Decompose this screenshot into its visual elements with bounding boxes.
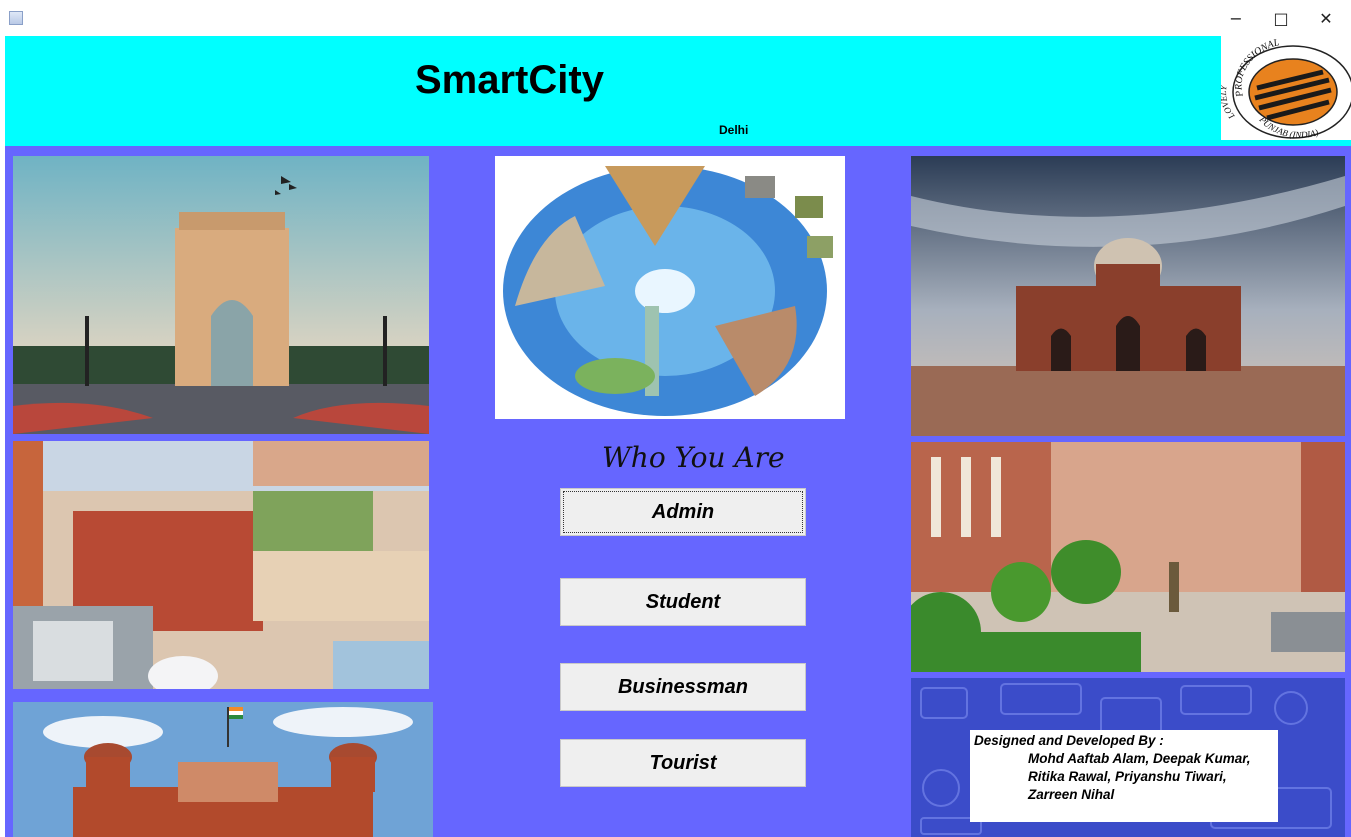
header-bar: SmartCity Delhi PROFESSIONAL PUNJAB (IND… <box>5 36 1351 146</box>
main-panel: Who You Are Admin Student Businessman To… <box>5 146 1351 837</box>
who-you-are-heading: Who You Are <box>602 441 785 474</box>
close-button[interactable]: ✕ <box>1303 6 1349 32</box>
delhi-collage-image <box>13 441 429 689</box>
secretariat-image <box>911 442 1345 672</box>
tourist-button[interactable]: Tourist <box>560 739 806 787</box>
india-gate-image <box>13 156 429 434</box>
student-button[interactable]: Student <box>560 578 806 626</box>
credits-line-2: Ritika Rawal, Priyanshu Tiwari, <box>1028 769 1227 784</box>
app-title: SmartCity <box>415 58 604 102</box>
credits-line-3: Zarreen Nihal <box>1028 787 1115 802</box>
credits-heading: Designed and Developed By : <box>974 733 1164 748</box>
credits-line-1: Mohd Aaftab Alam, Deepak Kumar, <box>1028 751 1251 766</box>
university-logo: PROFESSIONAL PUNJAB (INDIA) LOVELY <box>1218 36 1351 140</box>
businessman-button[interactable]: Businessman <box>560 663 806 711</box>
maximize-button[interactable]: □ <box>1258 6 1304 32</box>
minimize-button[interactable]: − <box>1213 6 1259 32</box>
world-puzzle-image <box>495 156 845 419</box>
credits-box: Designed and Developed By : Mohd Aaftab … <box>970 730 1278 822</box>
red-fort-image <box>13 702 433 837</box>
admin-button[interactable]: Admin <box>560 488 806 536</box>
humayun-tomb-image <box>911 156 1345 436</box>
window-titlebar: − □ ✕ <box>0 0 1351 36</box>
java-app-icon <box>9 11 23 25</box>
city-label: Delhi <box>719 123 749 137</box>
